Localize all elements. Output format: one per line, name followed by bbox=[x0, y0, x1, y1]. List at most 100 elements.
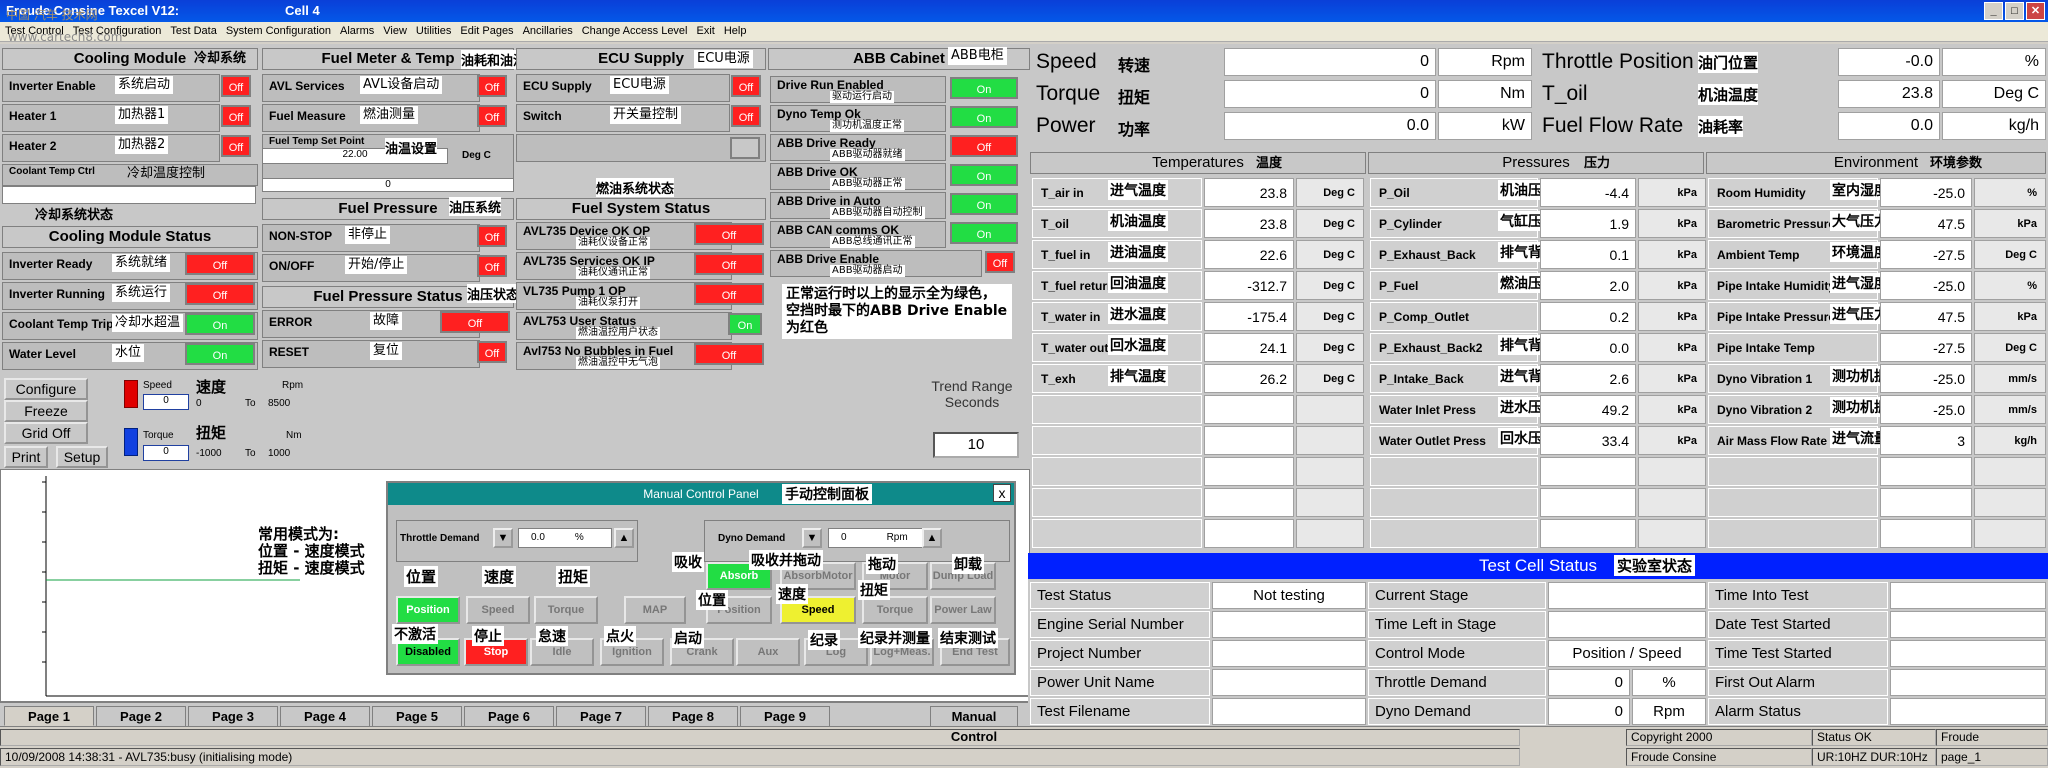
state-cn: 纪录并测量 bbox=[858, 628, 932, 648]
fuel-system-indicator[interactable]: Off bbox=[694, 253, 764, 275]
minimize-icon[interactable]: _ bbox=[1984, 2, 2003, 20]
tab-page[interactable]: Page 9 bbox=[740, 706, 830, 726]
abb-indicator[interactable]: Off bbox=[950, 135, 1018, 157]
tab-page[interactable]: Page 5 bbox=[372, 706, 462, 726]
menu-item[interactable]: Alarms bbox=[335, 22, 378, 37]
cooling-status-indicator[interactable]: Off bbox=[185, 253, 255, 275]
tab-page[interactable]: Page 4 bbox=[280, 706, 370, 726]
maximize-icon[interactable]: □ bbox=[2005, 2, 2024, 20]
menu-item[interactable]: Exit bbox=[692, 22, 719, 37]
environment-label: Pipe Intake Temp bbox=[1708, 333, 1878, 362]
pressures-cn: 压力 bbox=[1584, 156, 1611, 171]
trend-torque-value[interactable]: 0 bbox=[143, 445, 189, 461]
dyno-demand-input[interactable]: 0 Rpm bbox=[828, 528, 926, 548]
fuel-system-indicator[interactable]: Off bbox=[694, 223, 764, 245]
throttle-mode-torque[interactable]: Torque bbox=[534, 596, 598, 624]
menu-item[interactable]: View bbox=[378, 22, 411, 37]
menu-item[interactable]: Test Data bbox=[165, 22, 220, 37]
throttle-demand-label: Throttle Demand bbox=[400, 533, 480, 544]
ecu-indicator[interactable]: Off bbox=[731, 105, 761, 127]
trend-configure-button[interactable]: Configure bbox=[4, 378, 88, 400]
state-cn: 停止 bbox=[472, 626, 504, 646]
fuel-pressure-status-indicator[interactable]: Off bbox=[440, 311, 510, 333]
tab-page[interactable]: Manual Control bbox=[930, 706, 1018, 744]
fuel-system-indicator[interactable]: On bbox=[728, 313, 762, 335]
trend-print-button[interactable]: Print bbox=[4, 446, 48, 468]
throttle-down-icon[interactable]: ▼ bbox=[493, 528, 513, 548]
close-icon[interactable]: ✕ bbox=[2026, 2, 2045, 20]
cooling-status-indicator[interactable]: On bbox=[185, 313, 255, 335]
menu-item[interactable]: System Configuration bbox=[221, 22, 335, 37]
fuel-system-indicator[interactable]: Off bbox=[694, 343, 764, 365]
cooling-indicator[interactable]: Off bbox=[221, 105, 251, 127]
trend-speed-value[interactable]: 0 bbox=[143, 394, 189, 410]
tab-page[interactable]: Page 6 bbox=[464, 706, 554, 726]
fuel-pressure-status-indicator[interactable]: Off bbox=[477, 341, 507, 363]
fuel-meter-indicator[interactable]: Off bbox=[477, 75, 507, 97]
dyno-mode-power-law[interactable]: Power Law bbox=[930, 596, 996, 624]
abb-indicator[interactable]: Off bbox=[985, 251, 1015, 273]
setpoint-slider[interactable]: 0 bbox=[262, 178, 514, 192]
temperatures-value: 23.8 bbox=[1204, 178, 1294, 207]
tab-page[interactable]: Page 8 bbox=[648, 706, 738, 726]
tab-page[interactable]: Page 7 bbox=[556, 706, 646, 726]
dyno-down-icon[interactable]: ▼ bbox=[802, 528, 822, 548]
menu-item[interactable]: Help bbox=[719, 22, 751, 37]
pressures-unit: kPa bbox=[1638, 240, 1706, 269]
trend-torque-from: -1000 bbox=[196, 448, 222, 459]
throttle-mode-map[interactable]: MAP bbox=[624, 596, 686, 624]
fuel-pressure-cn: 非停止 bbox=[345, 226, 391, 244]
big-label: Speed bbox=[1036, 50, 1097, 73]
test-cell-label: Current Stage bbox=[1368, 582, 1546, 609]
trend-speed-from: 0 bbox=[196, 398, 202, 409]
temperatures-unit: Deg C bbox=[1296, 302, 1364, 331]
abb-indicator[interactable]: On bbox=[950, 164, 1018, 186]
menu-item[interactable]: Edit Pages bbox=[455, 22, 517, 37]
coolant-temp-slider[interactable] bbox=[2, 186, 256, 204]
fuel-system-cn: 燃油系统状态 bbox=[596, 178, 675, 197]
trend-grid-off-button[interactable]: Grid Off bbox=[4, 422, 88, 444]
abb-indicator[interactable]: On bbox=[950, 77, 1018, 99]
dyno-up-icon[interactable]: ▲ bbox=[922, 528, 942, 548]
menu-item[interactable]: Ancillaries bbox=[518, 22, 577, 37]
abb-indicator[interactable]: On bbox=[950, 106, 1018, 128]
cooling-status-label: Water Level bbox=[9, 347, 76, 361]
fuel-pressure-indicator[interactable]: Off bbox=[477, 255, 507, 277]
ecu-indicator[interactable]: Off bbox=[731, 75, 761, 97]
throttle-mode-position[interactable]: Position bbox=[396, 596, 460, 624]
temperatures-unit: Deg C bbox=[1296, 178, 1364, 207]
tab-page[interactable]: Page 1 bbox=[4, 706, 94, 726]
test-cell-label: Throttle Demand bbox=[1368, 669, 1546, 696]
trend-freeze-button[interactable]: Freeze bbox=[4, 400, 88, 422]
status-rate: UR:10HZ DUR:10Hz bbox=[1812, 748, 1936, 766]
temperatures-value: -312.7 bbox=[1204, 271, 1294, 300]
throttle-up-icon[interactable]: ▲ bbox=[614, 528, 634, 548]
tab-page[interactable]: Page 2 bbox=[96, 706, 186, 726]
manual-close-icon[interactable]: x bbox=[993, 484, 1011, 502]
dyno-mode-torque[interactable]: Torque bbox=[862, 596, 928, 624]
tab-page[interactable]: Page 3 bbox=[188, 706, 278, 726]
trend-range-input[interactable]: 10 bbox=[933, 432, 1019, 458]
menu-item[interactable]: Change Access Level bbox=[577, 22, 692, 37]
menu-item[interactable]: Utilities bbox=[411, 22, 455, 37]
fuel-meter-indicator[interactable]: Off bbox=[477, 105, 507, 127]
cooling-indicator[interactable]: Off bbox=[221, 135, 251, 157]
cooling-indicator[interactable]: Off bbox=[221, 75, 251, 97]
cooling-status-indicator[interactable]: On bbox=[185, 343, 255, 365]
pressures-value: 2.6 bbox=[1540, 364, 1636, 393]
abb-indicator[interactable]: On bbox=[950, 193, 1018, 215]
state-aux-button[interactable]: Aux bbox=[736, 638, 800, 666]
coolant-temp-ctrl-cn: 冷却温度控制 bbox=[127, 166, 206, 181]
environment-unit: Deg C bbox=[1974, 333, 2046, 362]
abb-cn: ABB总线通讯正常 bbox=[830, 236, 915, 248]
fuel-system-label: VL735 Pump 1 OP bbox=[523, 284, 626, 298]
cooling-status-indicator[interactable]: Off bbox=[185, 283, 255, 305]
fuel-system-indicator[interactable]: Off bbox=[694, 283, 764, 305]
throttle-demand-input[interactable]: 0.0% bbox=[518, 528, 612, 548]
test-cell-value bbox=[1212, 698, 1366, 725]
abb-indicator[interactable]: On bbox=[950, 222, 1018, 244]
trend-setup-button[interactable]: Setup bbox=[56, 446, 108, 468]
throttle-mode-speed[interactable]: Speed bbox=[466, 596, 530, 624]
manual-title-bar: Manual Control Panel bbox=[388, 483, 1014, 505]
fuel-pressure-indicator[interactable]: Off bbox=[477, 225, 507, 247]
